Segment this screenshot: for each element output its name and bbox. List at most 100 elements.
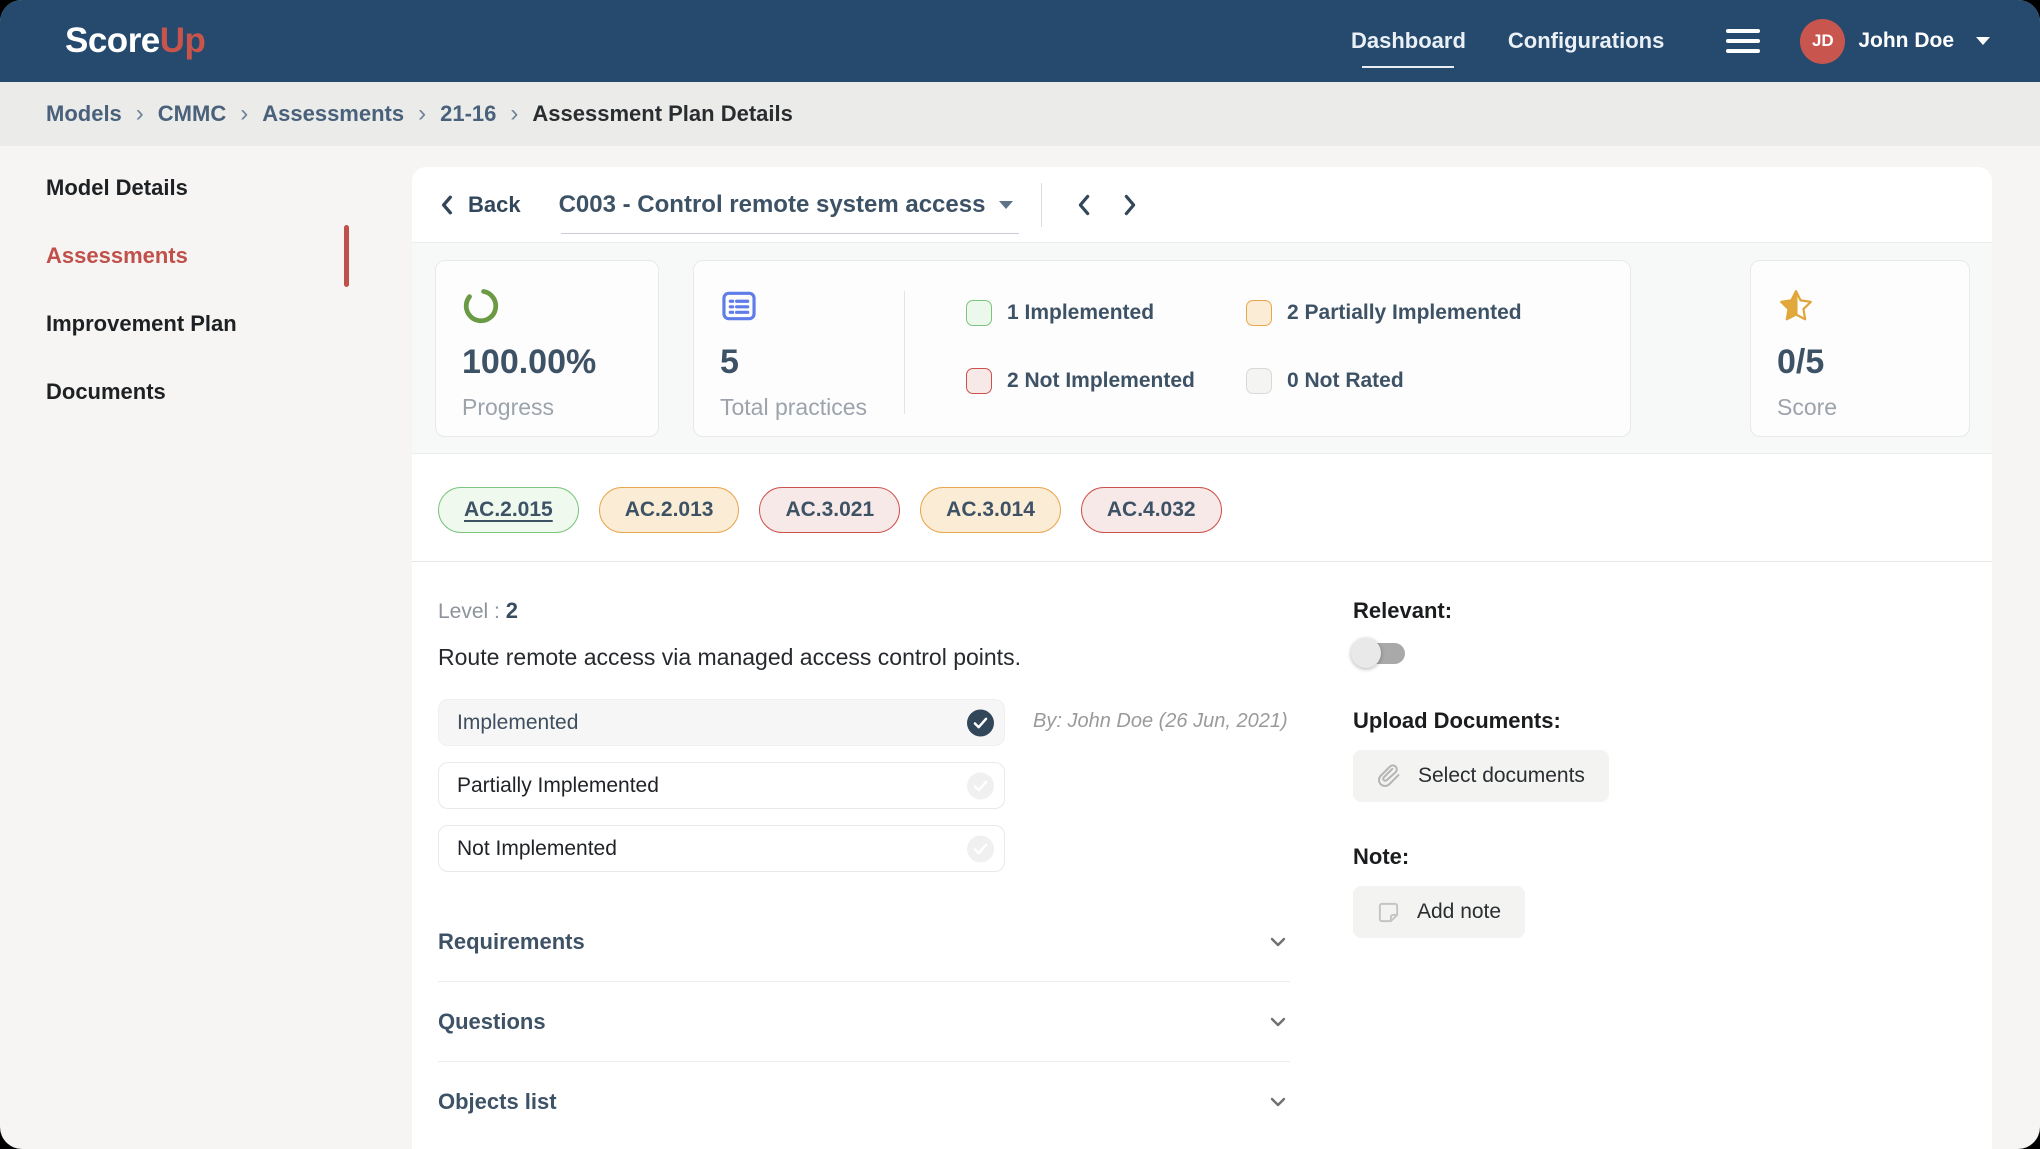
gray-square-icon [1246, 368, 1272, 394]
legend-item-partially-implemented: 2 Partially Implemented [1246, 300, 1522, 326]
list-icon [720, 287, 758, 325]
legend-label: 2 Partially Implemented [1287, 301, 1522, 325]
sidebar-item-documents[interactable]: Documents [0, 358, 412, 426]
level-label: Level : [438, 600, 500, 623]
total-practices-label: Total practices [720, 394, 1630, 421]
pill-ac-3-021[interactable]: AC.3.021 [759, 487, 900, 533]
score-stat-card: 0/5 Score [1750, 260, 1970, 437]
breadcrumb-separator: › [240, 102, 248, 126]
chevron-down-icon [1266, 1010, 1290, 1034]
status-options: Implemented Partially Implemented [438, 699, 1005, 872]
relevant-label: Relevant: [1353, 598, 1609, 624]
relevant-toggle[interactable] [1353, 640, 1405, 666]
practice-detail-left: Level : 2 Route remote access via manage… [438, 598, 1290, 1149]
collapsible-sections: Requirements Questions Objects list [438, 902, 1290, 1142]
user-name: John Doe [1858, 29, 1954, 53]
practice-toolbar: Back C003 - Control remote system access [412, 167, 1992, 242]
sidebar-item-model-details[interactable]: Model Details [0, 154, 412, 222]
upload-documents-label: Upload Documents: [1353, 708, 1609, 734]
back-button[interactable]: Back [438, 192, 521, 218]
add-note-label: Add note [1417, 900, 1501, 924]
chevron-down-icon [1266, 930, 1290, 954]
breadcrumb: Models › CMMC › Assessments › 21-16 › As… [0, 82, 2040, 146]
score-label: Score [1777, 394, 1969, 421]
nav-link-configurations[interactable]: Configurations [1508, 28, 1664, 54]
left-sidebar: Model Details Assessments Improvement Pl… [0, 146, 412, 1149]
note-icon [1377, 901, 1400, 924]
status-label: Not Implemented [457, 837, 617, 861]
score-value: 0/5 [1777, 343, 1969, 382]
paperclip-icon [1377, 764, 1401, 788]
logo-text-up: Up [160, 21, 206, 60]
toggle-knob [1351, 638, 1381, 668]
user-avatar: JD [1800, 19, 1845, 64]
pill-label: AC.4.032 [1107, 498, 1196, 522]
section-questions[interactable]: Questions [438, 982, 1290, 1062]
logo-text-score: Score [65, 21, 160, 60]
stats-strip: 100.00% Progress 5 Total practices [412, 242, 1992, 454]
status-option-partially-implemented[interactable]: Partially Implemented [438, 762, 1005, 809]
navbar-right: Dashboard Configurations JD John Doe [1309, 19, 1990, 64]
pill-label: AC.2.015 [464, 498, 553, 522]
breadcrumb-cmmc[interactable]: CMMC [158, 101, 226, 127]
chevron-down-icon [1266, 1090, 1290, 1114]
legend-item-not-rated: 0 Not Rated [1246, 368, 1522, 394]
section-requirements[interactable]: Requirements [438, 902, 1290, 982]
status-label: Implemented [457, 711, 578, 735]
orange-square-icon [1246, 300, 1272, 326]
legend-item-implemented: 1 Implemented [966, 300, 1246, 326]
status-label: Partially Implemented [457, 774, 659, 798]
section-label: Objects list [438, 1089, 557, 1115]
status-legend: 1 Implemented 2 Partially Implemented 2 … [966, 300, 1522, 394]
sidebar-item-assessments[interactable]: Assessments [0, 222, 412, 290]
assessment-plan-details-card: Back C003 - Control remote system access [412, 167, 1992, 1149]
chevron-left-icon [1074, 194, 1094, 216]
add-note-button[interactable]: Add note [1353, 886, 1525, 938]
nav-link-dashboard[interactable]: Dashboard [1351, 28, 1466, 54]
next-practice-button[interactable] [1112, 187, 1148, 223]
practice-detail: Level : 2 Route remote access via manage… [412, 562, 1992, 1149]
breadcrumb-assessments[interactable]: Assessments [262, 101, 404, 127]
practice-selector-dropdown[interactable]: C003 - Control remote system access [559, 191, 1014, 219]
select-documents-button[interactable]: Select documents [1353, 750, 1609, 802]
pill-ac-2-013[interactable]: AC.2.013 [599, 487, 740, 533]
legend-label: 0 Not Rated [1287, 369, 1404, 393]
top-navbar: ScoreUp Dashboard Configurations JD John… [0, 0, 2040, 82]
progress-ring-icon [462, 287, 500, 325]
user-menu[interactable]: JD John Doe [1800, 19, 1990, 64]
breadcrumb-assessment-id[interactable]: 21-16 [440, 101, 496, 127]
breadcrumb-models[interactable]: Models [46, 101, 122, 127]
app-logo[interactable]: ScoreUp [65, 21, 205, 61]
practice-pills-row: AC.2.015 AC.2.013 AC.3.021 AC.3.014 AC.4… [412, 454, 1992, 533]
star-icon [1777, 287, 1815, 325]
vertical-divider [1041, 183, 1042, 227]
breadcrumb-separator: › [510, 102, 518, 126]
active-indicator-bar [344, 225, 349, 287]
legend-label: 2 Not Implemented [1007, 369, 1195, 393]
previous-practice-button[interactable] [1066, 187, 1102, 223]
legend-item-not-implemented: 2 Not Implemented [966, 368, 1246, 394]
pill-ac-3-014[interactable]: AC.3.014 [920, 487, 1061, 533]
pill-label: AC.3.014 [946, 498, 1035, 522]
red-square-icon [966, 368, 992, 394]
chevron-down-icon [1976, 37, 1990, 45]
level-row: Level : 2 [438, 598, 1290, 624]
back-label: Back [468, 192, 521, 218]
practice-description: Route remote access via managed access c… [438, 644, 1290, 671]
check-circle-icon [967, 709, 994, 736]
status-option-implemented[interactable]: Implemented [438, 699, 1005, 746]
progress-label: Progress [462, 394, 658, 421]
hamburger-menu-icon[interactable] [1726, 23, 1760, 59]
pill-ac-4-032[interactable]: AC.4.032 [1081, 487, 1222, 533]
practice-detail-right: Relevant: Upload Documents: Select docum… [1353, 598, 1609, 1149]
pill-label: AC.2.013 [625, 498, 714, 522]
note-label: Note: [1353, 844, 1609, 870]
practices-stat-card: 5 Total practices 1 Implemented 2 Partia… [693, 260, 1631, 437]
select-documents-label: Select documents [1418, 764, 1585, 788]
status-attribution: By: John Doe (26 Jun, 2021) [1033, 710, 1288, 733]
sidebar-item-label: Assessments [46, 243, 188, 268]
status-option-not-implemented[interactable]: Not Implemented [438, 825, 1005, 872]
section-objects-list[interactable]: Objects list [438, 1062, 1290, 1142]
sidebar-item-improvement-plan[interactable]: Improvement Plan [0, 290, 412, 358]
pill-ac-2-015[interactable]: AC.2.015 [438, 487, 579, 533]
